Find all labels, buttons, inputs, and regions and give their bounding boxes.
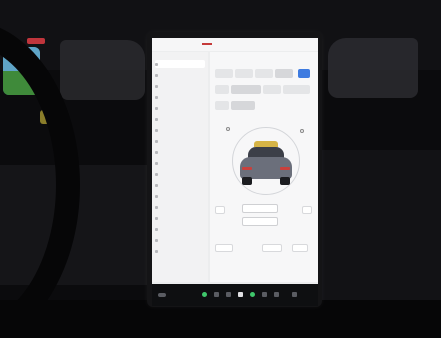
left-air-vent <box>60 40 145 100</box>
corner-indicator-icon <box>226 127 230 131</box>
bottom-taskbar <box>152 284 318 306</box>
app-icon[interactable] <box>238 292 243 297</box>
menu-item-2[interactable] <box>155 71 205 79</box>
control-row-3 <box>215 101 315 110</box>
menu-item-14[interactable] <box>155 203 205 211</box>
menu-icon <box>155 117 158 121</box>
control-row-2 <box>215 85 315 94</box>
menu-icon <box>155 172 158 176</box>
center-button-upper[interactable] <box>242 204 278 213</box>
menu-item-12[interactable] <box>155 181 205 189</box>
app-icon[interactable] <box>262 292 267 297</box>
app-icon[interactable] <box>250 292 255 297</box>
menu-item-8[interactable] <box>155 137 205 145</box>
side-button-left[interactable] <box>215 206 225 214</box>
app-icon[interactable] <box>274 292 279 297</box>
menu-icon <box>155 128 158 132</box>
menu-icon <box>155 183 158 187</box>
right-air-vent <box>328 38 418 98</box>
blue-toggle[interactable] <box>298 69 310 78</box>
bottom-right-button[interactable] <box>292 244 308 252</box>
menu-icon <box>155 205 158 209</box>
bottom-left-button[interactable] <box>215 244 233 252</box>
menu-icon <box>155 106 158 110</box>
menu-item-4[interactable] <box>155 93 205 101</box>
menu-icon <box>155 194 158 198</box>
menu-item-18[interactable] <box>155 247 205 255</box>
wheel-right <box>280 177 290 185</box>
menu-icon <box>155 139 158 143</box>
phone-icon[interactable] <box>202 292 207 297</box>
tail-light-right <box>280 167 290 170</box>
menu-icon <box>155 216 158 220</box>
touchscreen[interactable] <box>152 38 318 306</box>
status-alert-bar <box>202 43 212 45</box>
menu-item-3[interactable] <box>155 82 205 90</box>
menu-item-6[interactable] <box>155 115 205 123</box>
segment-option-selected[interactable] <box>231 85 261 94</box>
segment-option[interactable] <box>255 69 273 78</box>
app-icon[interactable] <box>226 292 231 297</box>
menu-item-15[interactable] <box>155 214 205 222</box>
segment-option[interactable] <box>263 85 281 94</box>
segment-option-selected[interactable] <box>275 69 293 78</box>
segment-option[interactable] <box>215 69 233 78</box>
volume-icon[interactable] <box>292 292 297 297</box>
menu-icon <box>155 249 158 253</box>
car-icon[interactable] <box>158 293 166 297</box>
menu-item-5[interactable] <box>155 104 205 112</box>
menu-item-7[interactable] <box>155 126 205 134</box>
segment-option[interactable] <box>215 85 229 94</box>
menu-item-16[interactable] <box>155 225 205 233</box>
menu-icon <box>155 62 158 66</box>
menu-item-11[interactable] <box>155 170 205 178</box>
cluster-warning-indicator <box>27 38 45 44</box>
menu-icon <box>155 238 158 242</box>
status-bar <box>152 38 318 51</box>
tail-light-left <box>242 167 252 170</box>
car-interior-photo <box>0 0 441 338</box>
menu-icon <box>155 73 158 77</box>
controls-panel <box>210 52 318 282</box>
segment-option[interactable] <box>283 85 310 94</box>
side-button-right[interactable] <box>302 206 312 214</box>
menu-item-10[interactable] <box>155 159 205 167</box>
segment-option[interactable] <box>215 101 229 110</box>
menu-item-1[interactable] <box>155 60 205 68</box>
right-dash-trim <box>320 150 441 300</box>
menu-item-13[interactable] <box>155 192 205 200</box>
app-icon[interactable] <box>214 292 219 297</box>
menu-icon <box>155 95 158 99</box>
menu-icon <box>155 227 158 231</box>
segment-option[interactable] <box>235 69 253 78</box>
control-row-1 <box>215 69 315 78</box>
menu-item-17[interactable] <box>155 236 205 244</box>
bottom-center-button[interactable] <box>262 244 282 252</box>
menu-icon <box>155 150 158 154</box>
corner-indicator-icon <box>300 129 304 133</box>
segment-option-selected[interactable] <box>231 101 255 110</box>
controls-menu <box>152 52 208 282</box>
center-button-lower[interactable] <box>242 217 278 226</box>
wheel-left <box>242 177 252 185</box>
vehicle-view <box>220 117 308 205</box>
menu-item-9[interactable] <box>155 148 205 156</box>
menu-icon <box>155 161 158 165</box>
menu-icon <box>155 84 158 88</box>
